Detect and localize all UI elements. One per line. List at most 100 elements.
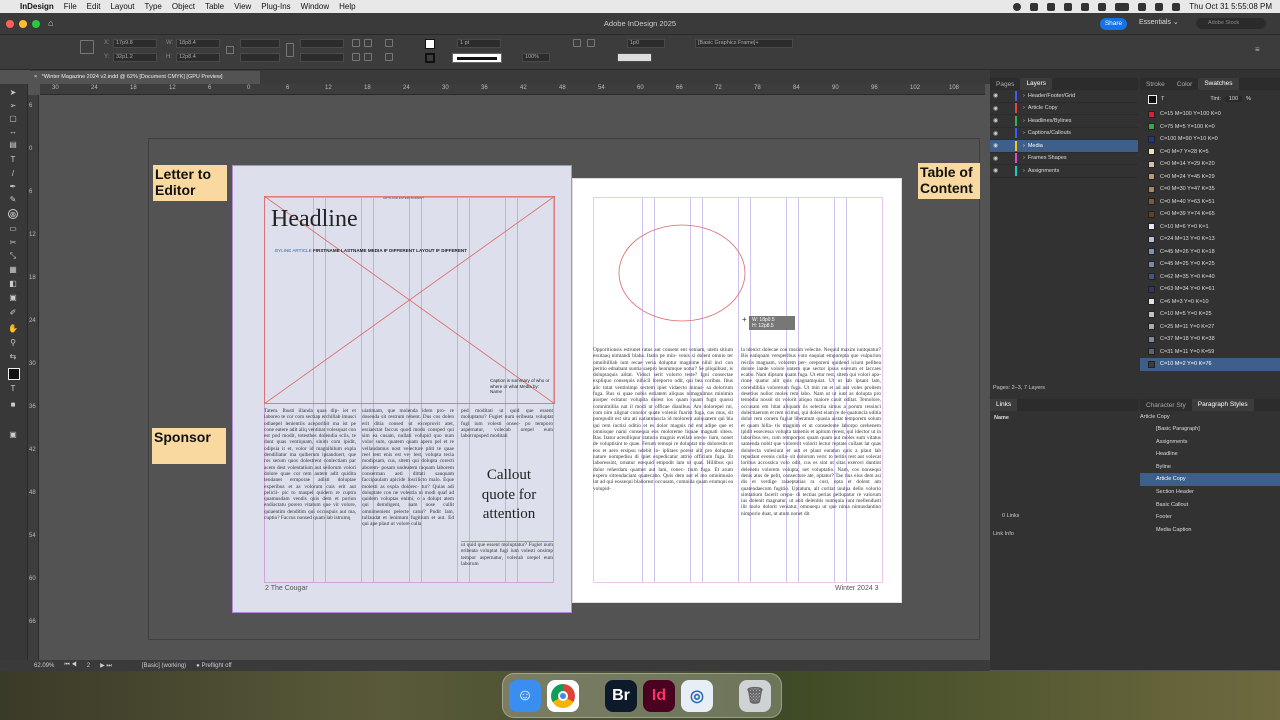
visibility-eye-icon[interactable]: ◉ [993,117,1001,124]
height-field[interactable]: 12p8.4 [176,53,220,62]
callout-quote[interactable]: Callout quote for attention [473,466,545,525]
fill-stroke-icon[interactable] [1148,94,1157,104]
swatch-row[interactable]: C=63 M=34 Y=0 K=61 [1140,283,1280,296]
selection-tool-icon[interactable]: ➤ [8,88,18,98]
trash-dock-icon[interactable]: 🗑 [739,680,771,712]
tab-pages[interactable]: Pages [990,81,1020,88]
menu-edit[interactable]: Edit [87,2,101,11]
rectangle-tool-icon[interactable]: ▭ [8,224,18,234]
chrome-dock-icon[interactable] [547,680,579,712]
paragraph-style-item[interactable]: Article Copy [1140,473,1280,486]
rotate-field[interactable] [300,39,344,48]
layer-row[interactable]: ◉ › Header/Footer/Grid [990,90,1138,103]
note-letter-to-editor[interactable]: Letter to Editor [153,165,227,201]
scale-x-field[interactable] [240,39,280,48]
record-icon[interactable] [1013,2,1022,11]
menu-layout[interactable]: Layout [110,2,134,11]
visibility-eye-icon[interactable]: ◉ [993,167,1001,174]
layer-row[interactable]: ◉ › Assignments [990,165,1138,178]
tab-color[interactable]: Color [1171,81,1199,88]
select-content-icon[interactable] [385,53,393,61]
zoom-level[interactable]: 62.09% [34,663,54,669]
article-column-3-bottom[interactable]: ut quid que essent moluptatur? Fugiet nu… [461,541,553,581]
layer-expand-icon[interactable]: › [1023,130,1025,136]
swatch-row[interactable]: C=0 M=40 Y=63 K=51 [1140,196,1280,209]
photo-caption[interactable]: Caption is summary of who or where or wh… [490,378,550,395]
paragraph-style-item[interactable]: Headline [1140,448,1280,461]
corner-size-field[interactable]: 1p0 [627,39,665,48]
swatch-row[interactable]: C=75 M=5 Y=100 K=0 [1140,121,1280,134]
layer-expand-icon[interactable]: › [1023,105,1025,111]
cloud-icon[interactable] [1064,2,1073,11]
paragraph-style-item[interactable]: Section Header [1140,486,1280,499]
article-column-2[interactable]: uiatimam, que molenda idem pro- re dosen… [362,408,454,580]
swatch-row[interactable]: C=15 M=100 Y=100 K=0 [1140,108,1280,121]
swatch-row[interactable]: C=0 M=24 Y=45 K=29 [1140,171,1280,184]
paragraph-style-item[interactable]: Basic Callout [1140,499,1280,512]
headline[interactable]: Headline [271,206,358,233]
status-icon[interactable] [1030,2,1039,11]
swatch-row[interactable]: C=0 M=39 Y=74 K=65 [1140,208,1280,221]
y-position-field[interactable]: 32p1.2 [113,53,157,62]
page-nav-prev-icon[interactable]: ⏮ ◀ [64,662,76,669]
zoom-tool-icon[interactable]: ⚲ [8,338,18,348]
swatch-row[interactable]: C=0 M=30 Y=47 K=35 [1140,183,1280,196]
menu-view[interactable]: View [234,2,251,11]
swatch-row[interactable]: C=10 M=5 Y=0 K=25 [1140,308,1280,321]
swatch-row[interactable]: C=62 M=35 Y=0 K=40 [1140,271,1280,284]
content-collector-icon[interactable]: ▤ [8,140,18,150]
stroke-swatch-icon[interactable] [425,53,435,63]
control-center-icon[interactable] [1172,2,1181,11]
reference-point-icon[interactable] [80,40,94,54]
align-frame-icon[interactable] [587,39,595,47]
zoom-percent-field[interactable]: 100% [522,53,550,62]
visibility-eye-icon[interactable]: ◉ [993,142,1001,149]
swatch-row[interactable]: C=100 M=90 Y=10 K=0 [1140,133,1280,146]
panel-menu-icon[interactable]: ≡ [1255,45,1260,54]
shear-field[interactable] [300,53,344,62]
stroke-weight-field[interactable]: 1 pt [457,39,501,48]
ellipse-frame-tool-icon[interactable]: ⊗ [8,209,18,219]
quicktime-dock-icon[interactable]: ◎ [681,680,713,712]
horizontal-ruler[interactable]: 30 24 18 12 6 0 6 12 18 24 30 36 42 48 54 60 66 72 78 84 90 9… [40,84,985,95]
swatch-row[interactable]: C=25 M=11 Y=0 K=27 [1140,321,1280,334]
article-column-1[interactable]: Opporitionsis estrunet ratus aut consent… [593,347,733,577]
layer-row[interactable]: ◉ › Captions/Callouts [990,128,1138,140]
layer-expand-icon[interactable]: › [1023,155,1025,161]
pen-tool-icon[interactable]: ✒ [8,182,18,192]
tint-field[interactable]: 100 [1224,96,1243,102]
gradient-feather-tool-icon[interactable]: ◧ [8,279,18,289]
layer-expand-icon[interactable]: › [1023,93,1025,99]
menu-help[interactable]: Help [339,2,355,11]
play-icon[interactable] [1047,2,1056,11]
type-tool-icon[interactable]: T [8,155,18,165]
constrain-proportions-icon[interactable] [226,46,234,54]
menu-type[interactable]: Type [145,2,162,11]
gap-tool-icon[interactable]: ↔ [8,127,18,137]
rotate-cw-icon[interactable] [352,39,360,47]
swatch-row[interactable]: C=37 M=18 Y=0 K=38 [1140,333,1280,346]
x-position-field[interactable]: 17p9.8 [113,39,157,48]
tab-stroke[interactable]: Stroke [1140,81,1171,88]
free-transform-tool-icon[interactable]: ⤡ [8,251,18,261]
menu-plugins[interactable]: Plug-Ins [261,2,290,11]
paragraph-style-item[interactable]: Assignments [1140,436,1280,449]
swatch-row[interactable]: C=31 M=11 Y=0 K=59 [1140,346,1280,359]
adobe-stock-search[interactable]: Adobe Stock [1196,18,1266,29]
eyedropper-tool-icon[interactable]: ✐ [8,308,18,318]
preflight-status[interactable]: ● Preflight off [196,663,232,669]
note-sponsor[interactable]: Sponsor [152,428,226,464]
layer-row[interactable]: ◉ › Media [990,140,1138,153]
share-button[interactable]: Share [1100,18,1127,30]
bridge-dock-icon[interactable]: Br [605,680,637,712]
swatch-row[interactable]: C=6 M=3 Y=0 K=10 [1140,296,1280,309]
visibility-eye-icon[interactable]: ◉ [993,105,1001,112]
right-page[interactable]: + W: 18p0.5 H: 12p8.5 Opporitionsis estr… [572,178,902,603]
document-tab[interactable]: × *Winter Magazine 2024 v2.indd @ 62% [D… [30,71,260,84]
menu-table[interactable]: Table [205,2,224,11]
rotate-ccw-icon[interactable] [364,39,372,47]
page-nav-next-icon[interactable]: ▶ ⏭ [100,662,112,670]
tab-swatches[interactable]: Swatches [1198,78,1239,90]
fill-swatch-icon[interactable] [425,39,435,49]
article-column-2[interactable]: la idenict dolecae con rossim velecite. … [741,347,881,577]
